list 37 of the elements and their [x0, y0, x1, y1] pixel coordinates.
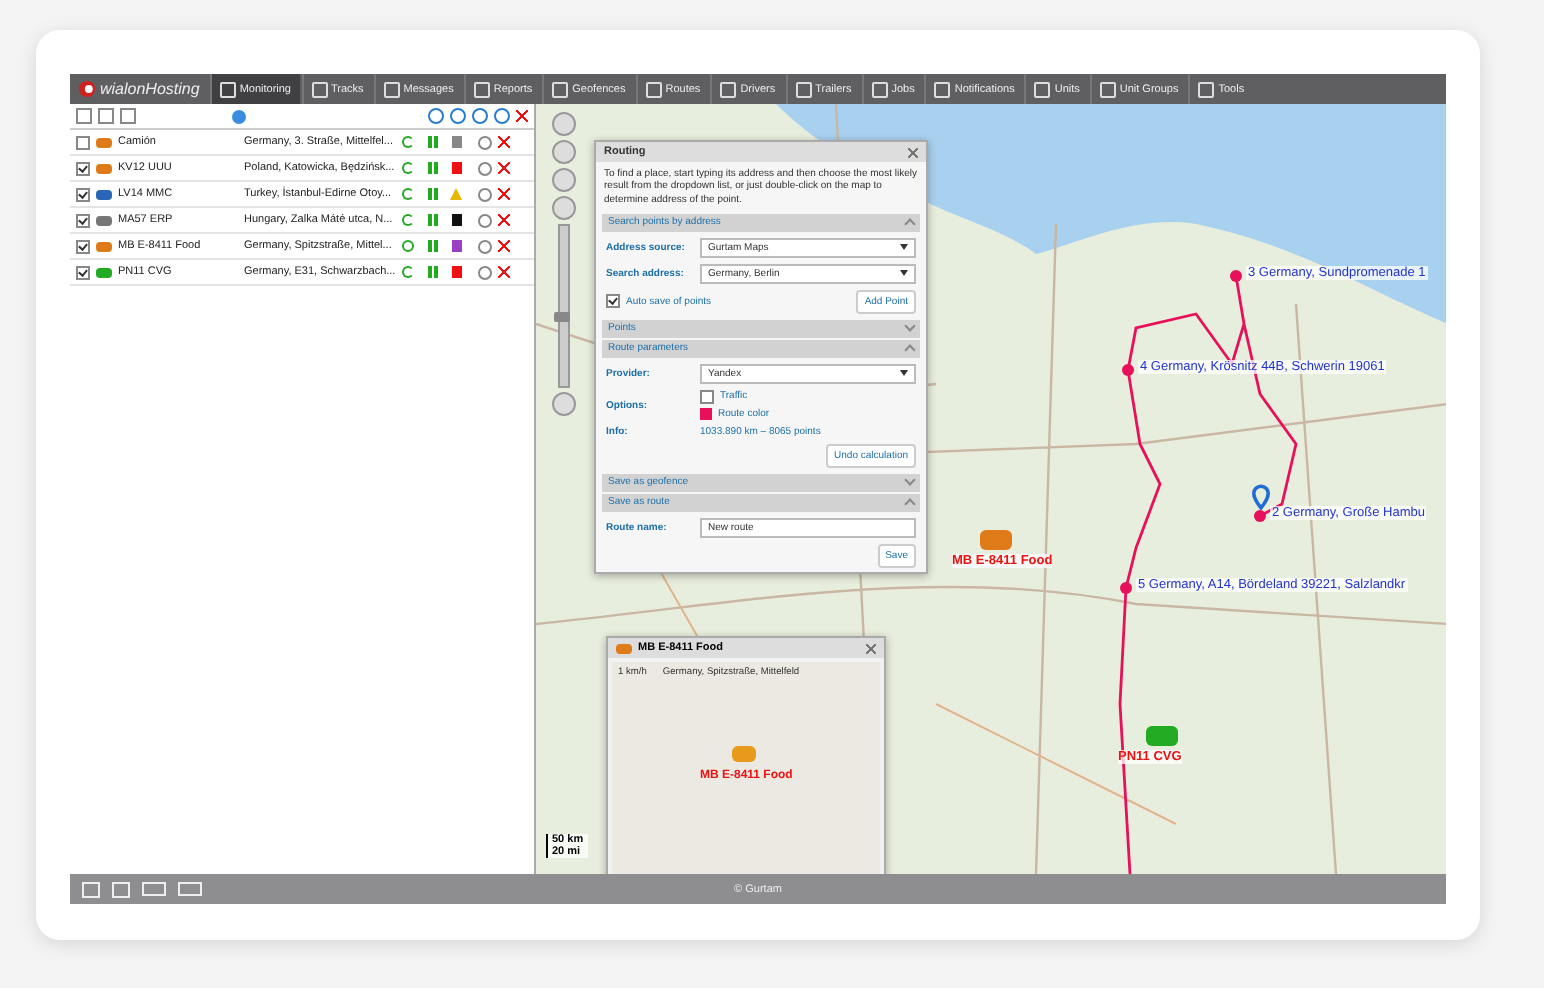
delete-icon[interactable]	[498, 162, 510, 174]
location-pin-icon	[1252, 484, 1270, 510]
delete-icon[interactable]	[498, 136, 510, 148]
checkbox[interactable]	[76, 187, 90, 201]
checkbox[interactable]	[76, 161, 90, 175]
checkbox[interactable]	[76, 239, 90, 253]
vehicle-icon[interactable]	[980, 530, 1012, 550]
delete-icon[interactable]	[498, 266, 510, 278]
vehicle-icon	[616, 643, 632, 653]
checkbox[interactable]	[700, 389, 714, 404]
signal-icon	[428, 188, 438, 200]
signal-icon	[428, 136, 438, 148]
color-swatch[interactable]	[700, 407, 712, 420]
signal-icon	[428, 162, 438, 174]
zoom-slider-track[interactable]	[558, 224, 570, 388]
signal-icon	[428, 214, 438, 226]
signal-icon	[428, 266, 438, 278]
vehicle-icon	[732, 746, 756, 762]
logo-icon	[78, 80, 96, 98]
checkbox[interactable]	[76, 213, 90, 227]
caret-icon	[900, 270, 908, 277]
zoom-slider-thumb[interactable]	[554, 311, 570, 322]
caret-icon	[900, 370, 908, 377]
delete-icon[interactable]	[498, 214, 510, 226]
checkbox[interactable]	[76, 265, 90, 279]
signal-icon	[428, 240, 438, 252]
close-icon[interactable]	[908, 147, 918, 157]
delete-icon[interactable]	[498, 240, 510, 252]
caret-icon	[900, 244, 908, 251]
globe-icon[interactable]	[232, 109, 246, 123]
delete-icon[interactable]	[498, 188, 510, 200]
checkbox[interactable]	[606, 294, 620, 309]
vehicle-icon[interactable]	[1146, 726, 1178, 746]
delete-icon[interactable]	[516, 110, 528, 122]
checkbox[interactable]	[76, 135, 90, 149]
logo-text: wialonHosting	[100, 80, 200, 98]
close-icon[interactable]	[866, 643, 876, 653]
